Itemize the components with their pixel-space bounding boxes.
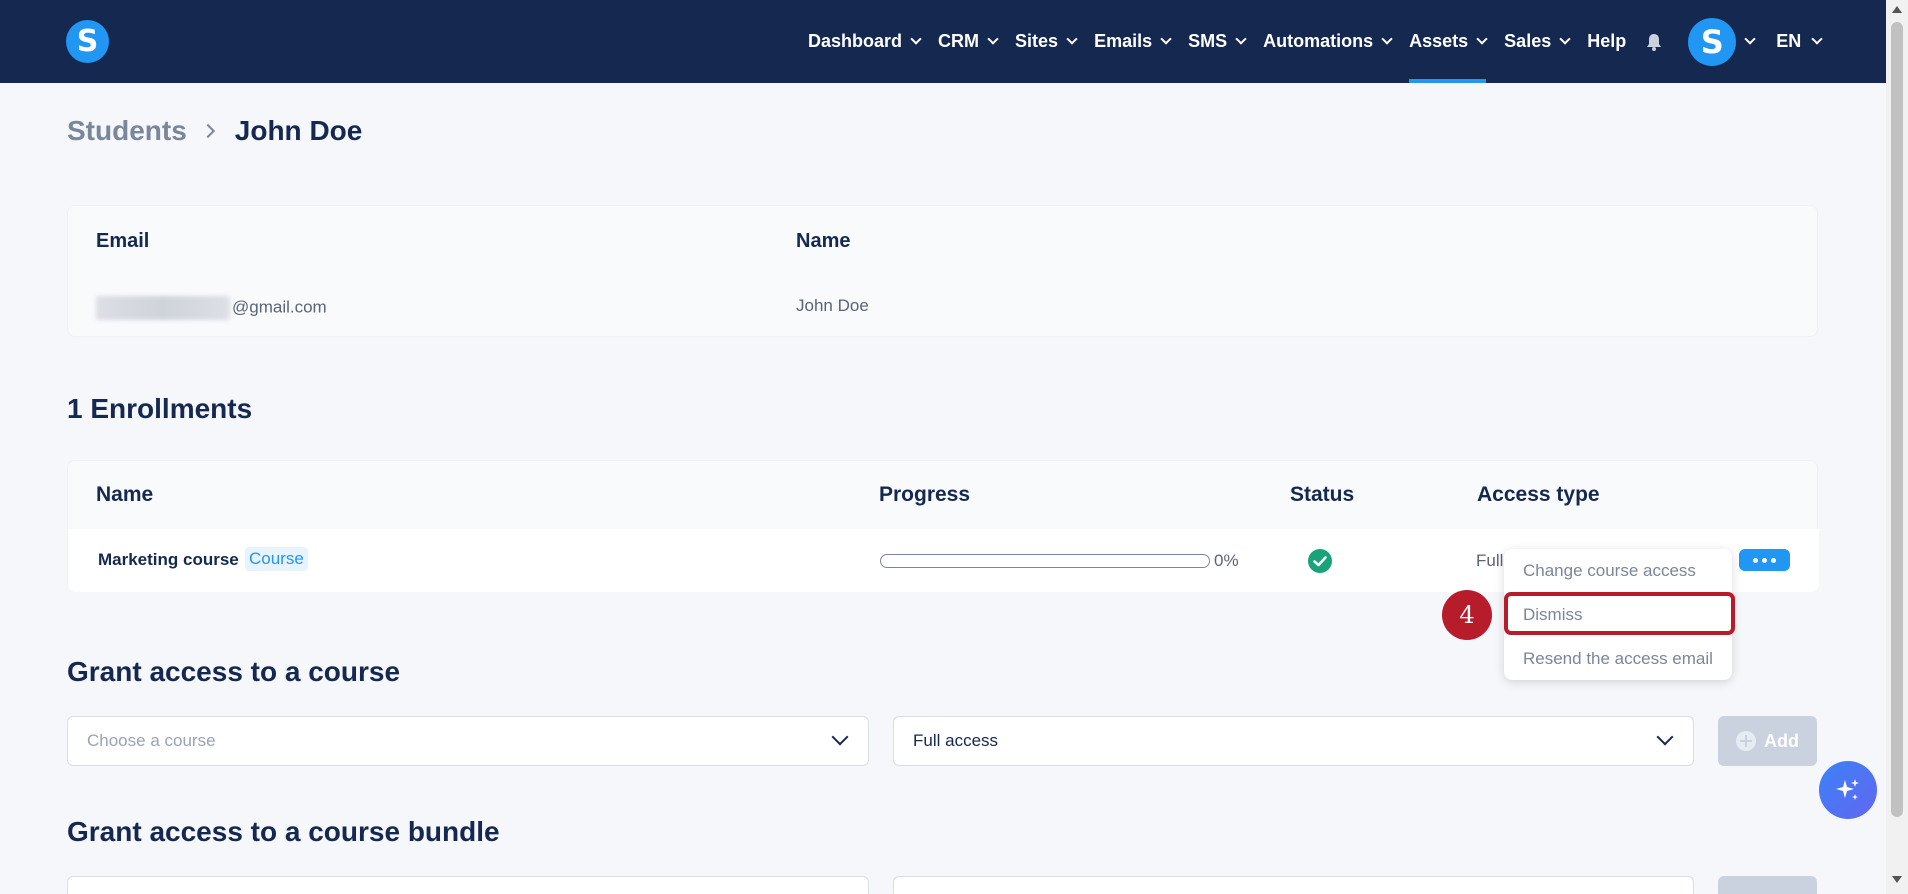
- progress-bar: [880, 554, 1210, 568]
- chevron-down-icon: [987, 33, 999, 45]
- email-label: Email: [96, 230, 150, 252]
- nav-item-label: Sales: [1504, 31, 1552, 51]
- nav-item-label: SMS: [1188, 31, 1228, 51]
- nav-item-sites[interactable]: Sites: [1015, 0, 1078, 83]
- nav-item-sales[interactable]: Sales: [1504, 0, 1571, 83]
- course-select-placeholder: Choose a course: [87, 731, 216, 750]
- chevron-down-icon: [1559, 33, 1571, 45]
- bell-icon[interactable]: [1644, 32, 1664, 52]
- email-domain: @gmail.com: [232, 297, 327, 317]
- scroll-down-arrow-icon[interactable]: [1892, 876, 1902, 883]
- top-navbar: S Dashboard CRM Sites Emails SMS Automat…: [0, 0, 1886, 83]
- chevron-down-icon: [1381, 33, 1393, 45]
- chevron-down-icon: [1066, 33, 1078, 45]
- name-label: Name: [796, 230, 851, 252]
- column-header-progress: Progress: [879, 483, 971, 506]
- enrollments-title: 1 Enrollments: [67, 393, 253, 424]
- nav-item-label: Dashboard: [808, 31, 903, 51]
- menu-item-change-course-access[interactable]: Change course access: [1523, 561, 1696, 581]
- email-value: @gmail.com: [96, 296, 327, 320]
- nav-item-dashboard[interactable]: Dashboard: [808, 0, 922, 83]
- name-value: John Doe: [796, 296, 869, 315]
- step-highlight-box: [1504, 592, 1735, 635]
- language-label: EN: [1776, 31, 1802, 51]
- course-type-badge: Course: [245, 547, 308, 571]
- course-select[interactable]: Choose a course: [67, 716, 869, 766]
- column-header-name: Name: [96, 483, 154, 506]
- access-type-select-value: Full access: [913, 731, 999, 750]
- nav-item-help[interactable]: Help: [1587, 0, 1626, 83]
- add-course-button[interactable]: Add: [1718, 716, 1817, 766]
- bundle-select[interactable]: [67, 876, 869, 894]
- chevron-down-icon: [1476, 33, 1488, 45]
- nav-item-label: Help: [1587, 31, 1627, 51]
- bundle-access-type-select[interactable]: [893, 876, 1694, 894]
- course-name[interactable]: Marketing course: [98, 550, 239, 570]
- nav-item-emails[interactable]: Emails: [1094, 0, 1172, 83]
- grant-course-title: Grant access to a course: [67, 656, 401, 687]
- chevron-down-icon[interactable]: [1744, 33, 1756, 45]
- access-type-select[interactable]: Full access: [893, 716, 1694, 766]
- add-button-label: Add: [1764, 730, 1799, 751]
- sparkle-icon: [1836, 779, 1859, 800]
- nav-item-crm[interactable]: CRM: [938, 0, 999, 83]
- page-title: John Doe: [234, 115, 363, 146]
- nav-item-label: Sites: [1015, 31, 1059, 51]
- nav-item-sms[interactable]: SMS: [1188, 0, 1247, 83]
- nav-menu: Dashboard CRM Sites Emails SMS Automatio…: [808, 0, 1823, 83]
- breadcrumb: Students John Doe: [67, 115, 362, 147]
- menu-item-resend-access-email[interactable]: Resend the access email: [1523, 649, 1713, 669]
- chevron-down-icon: [1235, 33, 1247, 45]
- nav-item-label: Automations: [1263, 31, 1374, 51]
- grant-bundle-title: Grant access to a course bundle: [67, 816, 500, 847]
- language-selector[interactable]: EN: [1776, 31, 1823, 52]
- add-bundle-button[interactable]: [1718, 876, 1817, 894]
- scroll-up-arrow-icon[interactable]: [1892, 6, 1902, 13]
- scroll-thumb[interactable]: [1891, 22, 1903, 817]
- more-actions-button[interactable]: [1739, 549, 1790, 571]
- scrollbar[interactable]: [1886, 0, 1908, 894]
- dot-icon: [1753, 557, 1758, 563]
- dot-icon: [1771, 557, 1776, 563]
- nav-item-label: Emails: [1094, 31, 1153, 51]
- student-info-card: Email Name @gmail.com John Doe: [67, 205, 1818, 337]
- chevron-down-icon: [1656, 728, 1674, 746]
- chevron-down-icon: [1811, 33, 1823, 45]
- dot-icon: [1762, 557, 1767, 563]
- chevron-right-icon: [200, 123, 215, 139]
- access-type-value: Full: [1476, 551, 1504, 570]
- blurred-email-prefix: [96, 296, 230, 320]
- plus-circle-icon: [1736, 731, 1756, 751]
- nav-item-label: Assets: [1409, 31, 1469, 51]
- nav-item-assets[interactable]: Assets: [1409, 0, 1488, 83]
- step-number-badge: 4: [1442, 590, 1492, 640]
- column-header-status: Status: [1290, 483, 1355, 506]
- chevron-down-icon: [1160, 33, 1172, 45]
- progress-percent: 0%: [1214, 551, 1239, 570]
- column-header-access-type: Access type: [1477, 483, 1600, 506]
- avatar[interactable]: S: [1688, 17, 1737, 66]
- nav-item-label: CRM: [938, 31, 980, 51]
- nav-item-automations[interactable]: Automations: [1263, 0, 1393, 83]
- breadcrumb-parent-link[interactable]: Students: [67, 115, 187, 147]
- check-circle-icon: [1308, 549, 1332, 573]
- chevron-down-icon: [831, 728, 849, 746]
- chevron-down-icon: [910, 33, 922, 45]
- ai-assistant-button[interactable]: [1819, 761, 1877, 819]
- logo[interactable]: S: [66, 20, 109, 63]
